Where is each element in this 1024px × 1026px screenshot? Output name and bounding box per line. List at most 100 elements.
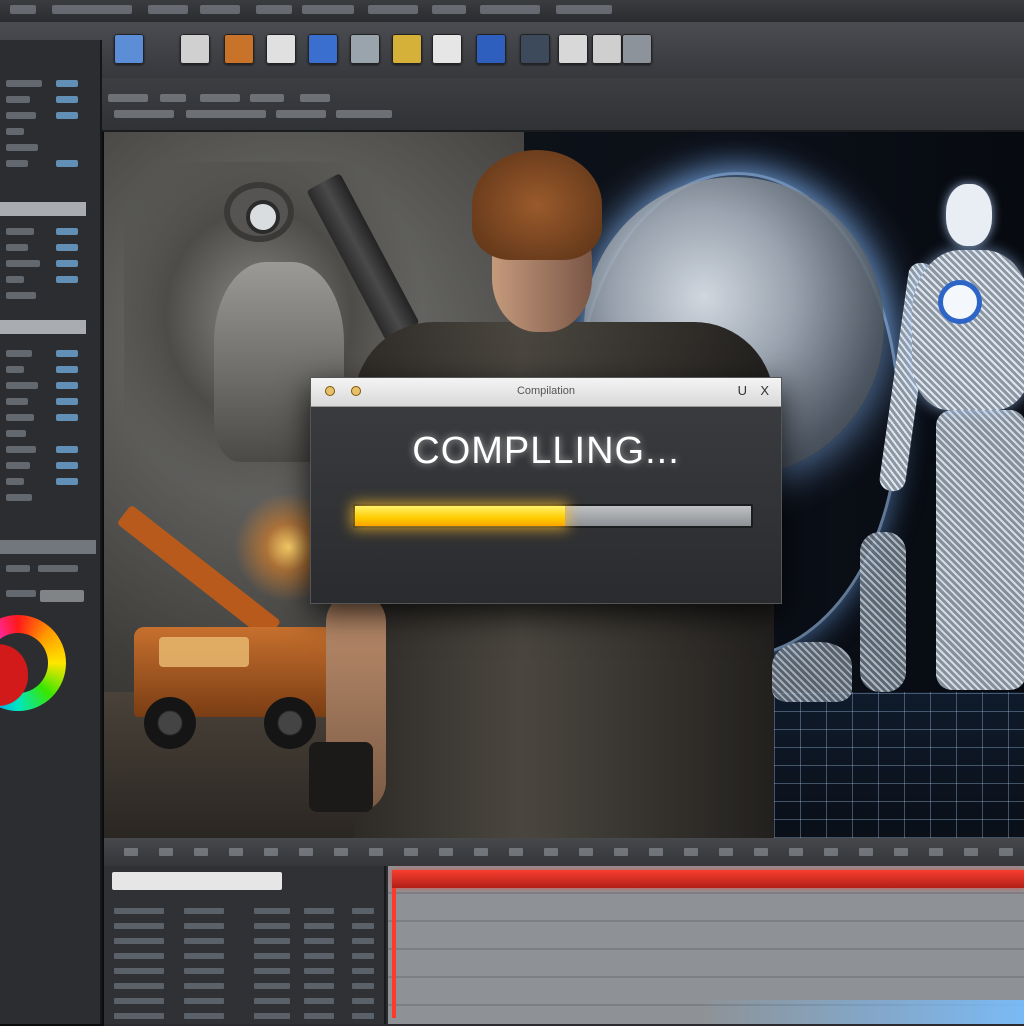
ruler-tick (439, 848, 453, 856)
layer-row (184, 923, 224, 929)
ruler-tick (824, 848, 838, 856)
settings-icon[interactable] (622, 34, 652, 64)
layer-row (352, 938, 374, 944)
layer-row (254, 1013, 290, 1019)
compile-progress-bar (353, 504, 753, 528)
layer-row (114, 998, 164, 1004)
layer-search-input[interactable] (112, 872, 282, 890)
wireframe-creature (772, 642, 852, 702)
layer-row (304, 968, 334, 974)
material-icon[interactable] (350, 34, 380, 64)
menu-item-4[interactable] (200, 5, 240, 14)
layer-row (304, 998, 334, 1004)
dialog-titlebar[interactable]: Compilation U X (311, 378, 781, 407)
menu-item-5[interactable] (256, 5, 292, 14)
layer-icon[interactable] (266, 34, 296, 64)
ruler-tick (509, 848, 523, 856)
layer-row (304, 923, 334, 929)
ruler-tick (929, 848, 943, 856)
paint-icon[interactable] (392, 34, 422, 64)
menu-item-8[interactable] (432, 5, 466, 14)
panel-section-header[interactable] (0, 320, 86, 334)
menu-item-3[interactable] (148, 5, 188, 14)
timeline-ruler[interactable] (104, 838, 1024, 866)
image-icon[interactable] (180, 34, 210, 64)
ruler-tick (894, 848, 908, 856)
layer-row (184, 968, 224, 974)
layer-row (352, 908, 374, 914)
menu-item-10[interactable] (556, 5, 612, 14)
close-button[interactable]: X (760, 383, 769, 398)
wireframe-small-figure (860, 532, 906, 692)
ruler-tick (404, 848, 418, 856)
layer-row (114, 908, 164, 914)
layer-row (114, 953, 164, 959)
compile-dialog: Compilation U X COMPLLING... (310, 377, 782, 604)
layer-row (114, 1013, 164, 1019)
menu-item-7[interactable] (368, 5, 418, 14)
toolbar (0, 22, 1024, 79)
hero-character-boot (309, 742, 373, 812)
layer-row (254, 908, 290, 914)
layer-row (254, 923, 290, 929)
layer-row (304, 983, 334, 989)
layer-row (352, 998, 374, 1004)
ruler-tick (614, 848, 628, 856)
dialog-title: Compilation (516, 385, 576, 397)
render-icon[interactable] (432, 34, 462, 64)
ruler-tick (999, 848, 1013, 856)
timeline-playhead[interactable] (392, 888, 396, 1018)
ruler-tick (124, 848, 138, 856)
camera-icon[interactable] (520, 34, 550, 64)
wireframe-robot-core (938, 280, 982, 324)
scene-icon[interactable] (114, 34, 144, 64)
ruler-tick (264, 848, 278, 856)
truck-window (159, 637, 249, 667)
menu-item-2[interactable] (52, 5, 132, 14)
layer-row (184, 953, 224, 959)
panel-section-header[interactable] (0, 202, 86, 216)
layer-row (114, 968, 164, 974)
truck-wheel (264, 697, 316, 749)
ruler-tick (719, 848, 733, 856)
menu-item-6[interactable] (302, 5, 354, 14)
shield-icon[interactable] (592, 34, 622, 64)
layer-row (184, 983, 224, 989)
ruler-tick (544, 848, 558, 856)
panel-section-header[interactable] (0, 540, 96, 554)
layer-row (352, 983, 374, 989)
ruler-tick (964, 848, 978, 856)
file-icon[interactable] (558, 34, 588, 64)
layer-row (184, 1013, 224, 1019)
compile-progress-fill (355, 506, 565, 526)
layer-row (184, 938, 224, 944)
globe-icon[interactable] (476, 34, 506, 64)
menu-item-9[interactable] (480, 5, 540, 14)
minimize-button[interactable]: U (738, 383, 747, 398)
menu-item-1[interactable] (10, 5, 36, 14)
layer-row (304, 953, 334, 959)
hero-character-hair (472, 150, 602, 260)
ruler-tick (334, 848, 348, 856)
timeline-playhead-bar[interactable] (392, 870, 1024, 888)
properties-panel (0, 40, 102, 1024)
viewport-options-bar (100, 78, 1024, 132)
ruler-tick (159, 848, 173, 856)
ruler-tick (789, 848, 803, 856)
layer-row (254, 983, 290, 989)
menu-bar (0, 0, 1024, 23)
character-icon[interactable] (224, 34, 254, 64)
ruler-tick (229, 848, 243, 856)
screen-edge-glow (700, 1000, 1024, 1024)
layer-row (184, 998, 224, 1004)
layer-row (304, 938, 334, 944)
layer-row (254, 953, 290, 959)
layer-row (352, 1013, 374, 1019)
target-icon[interactable] (308, 34, 338, 64)
wireframe-robot-torso (912, 250, 1024, 410)
layer-row (114, 983, 164, 989)
ruler-tick (579, 848, 593, 856)
mech-robot-eye (246, 200, 280, 234)
ruler-tick (369, 848, 383, 856)
ruler-tick (474, 848, 488, 856)
